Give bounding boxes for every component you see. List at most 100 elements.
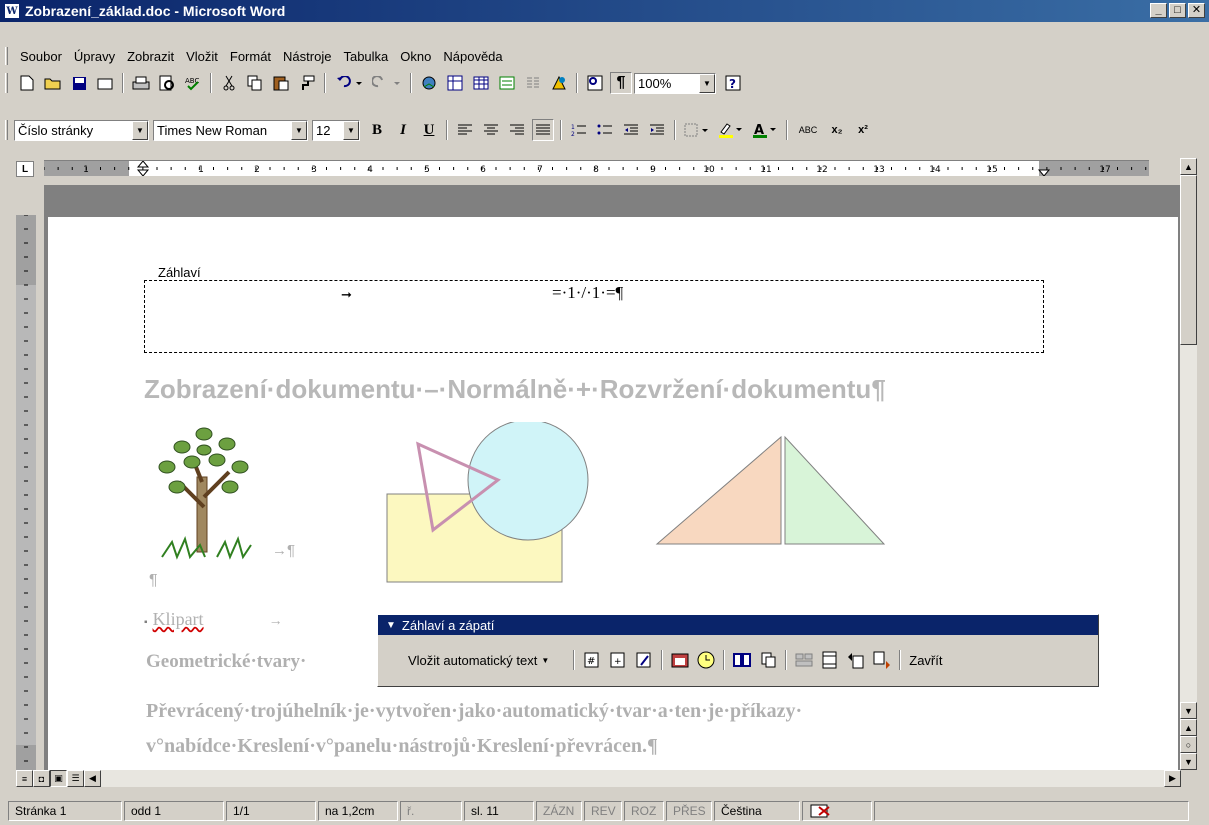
underline-button[interactable]: U	[418, 119, 440, 141]
insert-date-icon[interactable]	[668, 648, 692, 672]
status-page[interactable]: Stránka 1	[8, 801, 122, 821]
show-hide-pilcrow-icon[interactable]: ¶	[610, 72, 632, 94]
insert-page-count-icon[interactable]: +	[606, 648, 630, 672]
tree-clipart-icon[interactable]	[142, 422, 267, 562]
paragraph-line-1[interactable]: Převrácený·trojúhelník·je·vytvořen·jako·…	[146, 700, 802, 723]
minimize-button[interactable]: _	[1150, 3, 1167, 18]
triangles-drawing[interactable]	[653, 435, 888, 550]
normal-view-icon[interactable]: ≡	[16, 770, 33, 787]
new-document-icon[interactable]	[16, 72, 38, 94]
redo-icon[interactable]	[370, 72, 404, 94]
help-icon[interactable]: ?	[722, 72, 744, 94]
menu-vlozit[interactable]: Vložit	[180, 49, 224, 64]
document-page[interactable]: Záhlaví ➞ =·1·/·1·=¶ Zobrazení·dokumentu…	[48, 217, 1178, 770]
page-number-field[interactable]: =·1·/·1·=¶	[552, 283, 623, 303]
format-painter-icon[interactable]	[296, 72, 318, 94]
next-page-button[interactable]: ▼	[1180, 753, 1197, 770]
columns-icon[interactable]	[522, 72, 544, 94]
open-folder-icon[interactable]	[42, 72, 64, 94]
scroll-right-button[interactable]: ▶	[1164, 770, 1181, 787]
align-right-icon[interactable]	[506, 119, 528, 141]
spelling-icon[interactable]: ABC	[182, 72, 204, 94]
justify-icon[interactable]	[532, 119, 554, 141]
header-footer-toolbar-title[interactable]: ▼ Záhlaví a zápatí	[378, 615, 1098, 635]
small-caps-button[interactable]: ABC	[794, 119, 822, 141]
italic-button[interactable]: I	[392, 119, 414, 141]
empty-paragraph[interactable]: ¶	[149, 572, 158, 590]
menu-zobrazit[interactable]: Zobrazit	[121, 49, 180, 64]
borders-icon[interactable]	[682, 119, 712, 141]
font-combo[interactable]: Times New Roman ▼	[153, 119, 308, 141]
status-extend[interactable]: ROZ	[624, 801, 664, 821]
toolbar-grip[interactable]	[5, 73, 8, 93]
scroll-left-button[interactable]: ◀	[84, 770, 101, 787]
superscript-button[interactable]: x²	[852, 119, 874, 141]
status-position[interactable]: na 1,2cm	[318, 801, 398, 821]
scroll-down-button[interactable]: ▼	[1180, 702, 1197, 719]
insert-table-icon[interactable]	[470, 72, 492, 94]
toolbar-grip[interactable]	[5, 120, 8, 140]
menu-nastroje[interactable]: Nástroje	[277, 49, 337, 64]
paste-icon[interactable]	[270, 72, 292, 94]
horizontal-scrollbar[interactable]: ≡ ◘ ▣ ☰ ◀ ▶	[16, 770, 1181, 787]
status-language[interactable]: Čeština	[714, 801, 800, 821]
browse-object-button[interactable]: ○	[1180, 736, 1197, 753]
print-icon[interactable]	[130, 72, 152, 94]
status-record[interactable]: ZÁZN	[536, 801, 582, 821]
status-column[interactable]: sl. 11	[464, 801, 534, 821]
geometric-shapes-line[interactable]: Geometrické·tvary·	[146, 651, 306, 673]
horizontal-ruler[interactable]: 1 1 2 3 4 5 6 7 8 9 10 11 12 13 14 15 17	[44, 160, 1149, 176]
heading[interactable]: Zobrazení·dokumentu·–·Normálně·+·Rozvrže…	[144, 374, 886, 405]
maximize-button[interactable]: □	[1169, 3, 1186, 18]
vertical-ruler[interactable]	[16, 215, 36, 770]
close-button[interactable]: ✕	[1188, 3, 1205, 18]
circle-shape[interactable]	[467, 422, 589, 541]
chevron-down-icon[interactable]: ▼	[699, 73, 715, 93]
insert-autotext-button[interactable]: Vložit automatický text ▼	[388, 653, 569, 668]
print-layout-view-icon[interactable]: ▣	[50, 770, 67, 787]
same-as-previous-icon[interactable]	[792, 648, 816, 672]
menu-napoveda[interactable]: Nápověda	[437, 49, 508, 64]
decrease-indent-icon[interactable]	[620, 119, 642, 141]
tables-borders-icon[interactable]	[444, 72, 466, 94]
previous-page-button[interactable]: ▲	[1180, 719, 1197, 736]
copy-icon[interactable]	[244, 72, 266, 94]
show-hide-document-text-icon[interactable]	[756, 648, 780, 672]
page-setup-icon[interactable]	[730, 648, 754, 672]
zoom-combo[interactable]: 100% ▼	[634, 72, 716, 94]
toolbar-options-icon[interactable]: ▼	[386, 620, 396, 631]
increase-indent-icon[interactable]	[646, 119, 668, 141]
word-document-icon[interactable]: W	[4, 3, 20, 19]
web-view-icon[interactable]: ◘	[33, 770, 50, 787]
align-center-icon[interactable]	[480, 119, 502, 141]
document-map-icon[interactable]	[584, 72, 606, 94]
drawing-icon[interactable]	[548, 72, 570, 94]
bullets-icon[interactable]	[594, 119, 616, 141]
switch-header-footer-icon[interactable]	[818, 648, 842, 672]
shapes-drawing[interactable]	[383, 422, 603, 592]
style-combo[interactable]: Číslo stránky ▼	[14, 119, 149, 141]
tree-paragraph[interactable]: →¶	[272, 542, 295, 559]
format-page-number-icon[interactable]	[632, 648, 656, 672]
email-icon[interactable]	[94, 72, 116, 94]
menu-format[interactable]: Formát	[224, 49, 277, 64]
vertical-scrollbar[interactable]: ▲ ▼ ▲ ○ ▼	[1180, 158, 1197, 770]
hyperlink-icon[interactable]	[418, 72, 440, 94]
klipart-line[interactable]: ▪ Klipart →	[144, 609, 283, 630]
chevron-down-icon[interactable]: ▼	[132, 120, 148, 140]
insert-excel-icon[interactable]	[496, 72, 518, 94]
chevron-down-icon[interactable]: ▼	[291, 120, 307, 140]
scroll-up-button[interactable]: ▲	[1180, 158, 1197, 175]
horizontal-scroll-track[interactable]	[101, 770, 1164, 787]
menu-soubor[interactable]: Soubor	[14, 49, 68, 64]
highlight-icon[interactable]	[716, 119, 746, 141]
insert-time-icon[interactable]	[694, 648, 718, 672]
left-triangle-shape[interactable]	[655, 435, 782, 545]
status-section[interactable]: odd 1	[124, 801, 224, 821]
status-overtype[interactable]: PŘES	[666, 801, 712, 821]
font-color-icon[interactable]: A	[750, 119, 780, 141]
show-previous-icon[interactable]	[844, 648, 868, 672]
menu-tabulka[interactable]: Tabulka	[337, 49, 394, 64]
status-track-changes[interactable]: REV	[584, 801, 622, 821]
cut-icon[interactable]	[218, 72, 240, 94]
